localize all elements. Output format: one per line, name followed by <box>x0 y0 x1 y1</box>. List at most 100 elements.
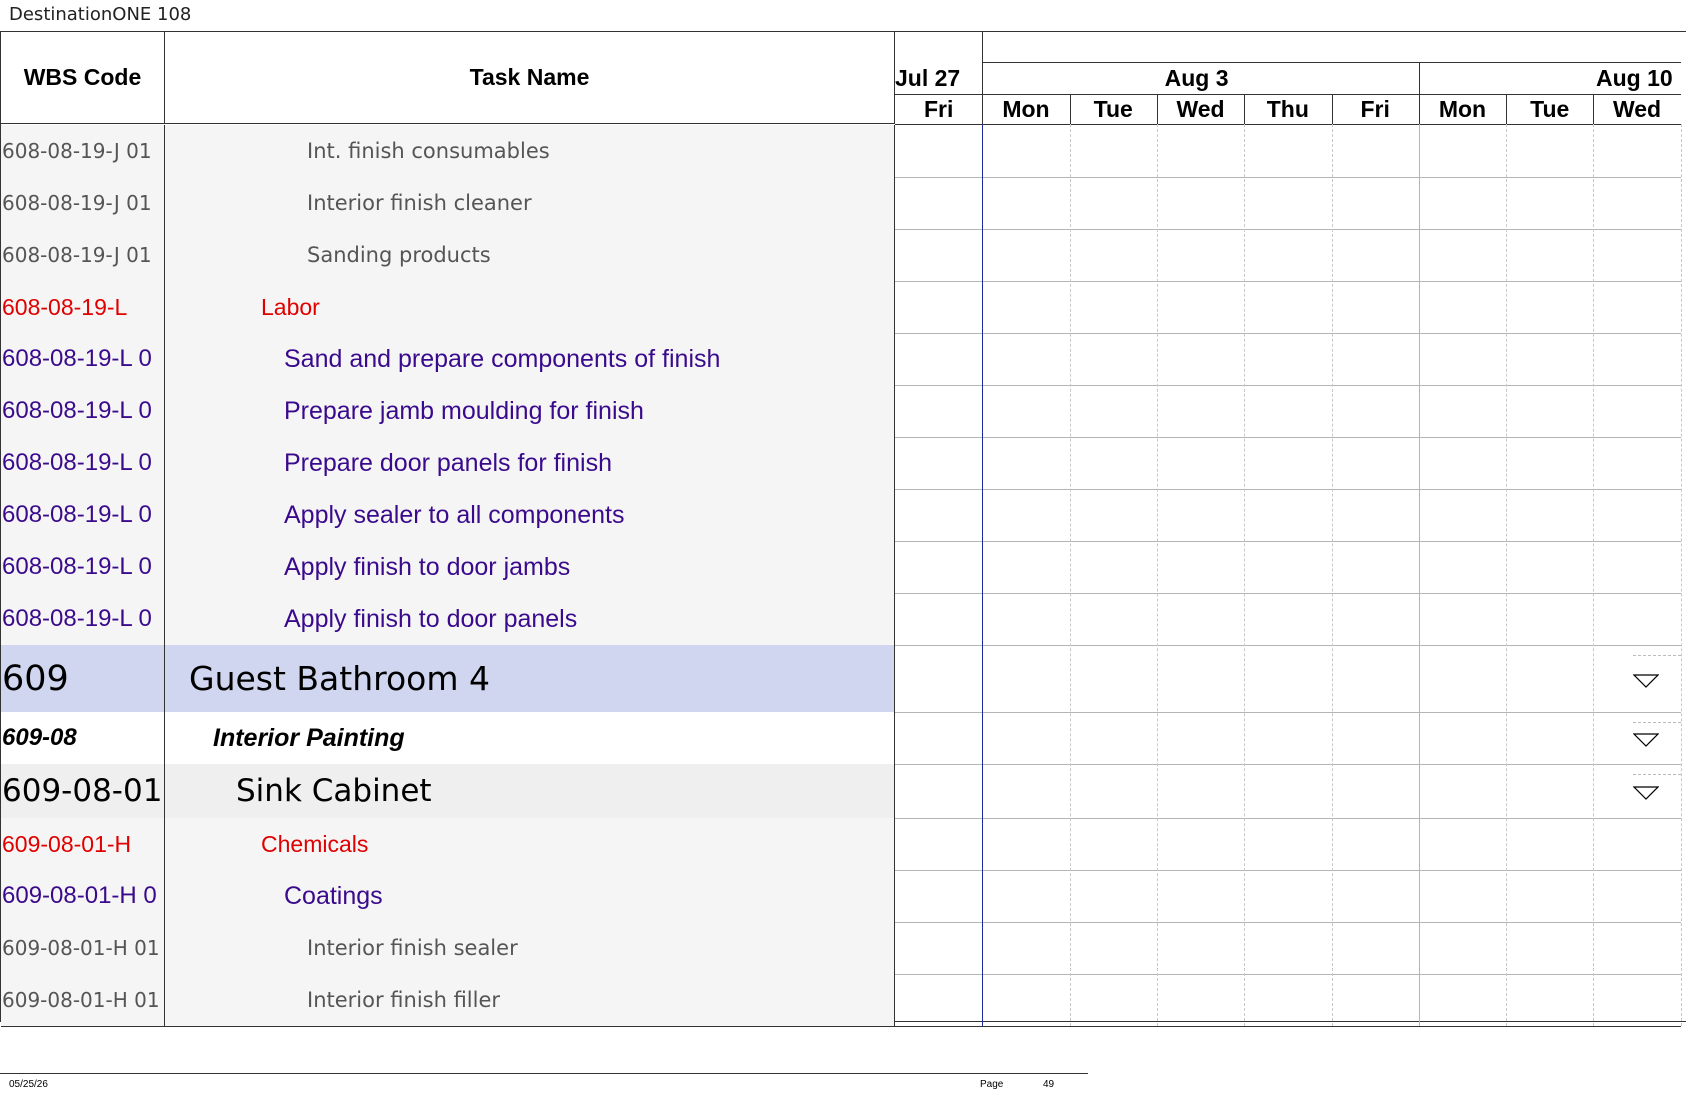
day-grid-line <box>1244 124 1246 1026</box>
table-row[interactable]: 609-08 Interior Painting <box>1 712 895 764</box>
wbs-code-cell: 609-08-01-H 01 <box>1 974 165 1026</box>
day-grid-line <box>1593 124 1595 1026</box>
task-name-cell: Interior finish sealer <box>165 922 895 974</box>
wbs-code-cell: 609 <box>1 645 165 712</box>
table-row[interactable]: 608-08-19-J 01 Int. finish consumables <box>1 125 895 177</box>
task-name-cell: Interior Painting <box>165 712 895 764</box>
day-label: Tue <box>1530 95 1570 122</box>
collapse-triangle-icon[interactable] <box>1632 673 1660 688</box>
day-header-divider <box>1156 94 1158 124</box>
collapse-triangle-icon[interactable] <box>1632 733 1660 747</box>
task-name-header: Task Name <box>165 32 895 124</box>
task-name-cell: Interior finish filler <box>165 974 895 1026</box>
footer-date: 05/25/26 <box>9 1079 48 1090</box>
footer-divider <box>0 1073 1088 1074</box>
day-label: Fri <box>1360 95 1390 122</box>
task-name-cell: Apply finish to door panels <box>165 593 895 645</box>
wbs-code-cell: 609-08-01 <box>1 764 165 818</box>
day-header-divider <box>982 94 984 124</box>
day-grid-line <box>1506 124 1508 1026</box>
task-name-cell: Sink Cabinet <box>165 764 895 818</box>
task-name-cell: Prepare door panels for finish <box>165 437 895 489</box>
day-header-divider <box>1593 94 1595 124</box>
table-row[interactable]: 608-08-19-J 01 Interior finish cleaner <box>1 177 895 229</box>
day-label: Mon <box>1002 95 1050 122</box>
day-header-divider <box>1244 94 1246 124</box>
table-row[interactable]: 608-08-19-L 0 Apply sealer to all compone… <box>1 489 895 541</box>
wbs-code-cell: 609-08-01-H <box>1 818 165 870</box>
week-label: Aug 3 <box>1164 64 1229 91</box>
wbs-code-cell: 608-08-19-L 0 <box>1 541 165 593</box>
week-label: Jul 27 <box>895 64 961 91</box>
task-name-cell: Apply finish to door jambs <box>165 541 895 593</box>
summary-dash <box>1632 774 1681 775</box>
wbs-code-cell: 608-08-19-J 01 <box>1 229 165 281</box>
day-label: Tue <box>1093 95 1133 122</box>
day-label: Fri <box>923 95 954 122</box>
table-row[interactable]: 608-08-19-L 0 Apply finish to door jambs <box>1 541 895 593</box>
day-grid-line <box>1331 124 1333 1026</box>
wbs-code-cell: 608-08-19-L 0 <box>1 489 165 541</box>
table-row[interactable]: 609-08-01-H Chemicals <box>1 818 895 870</box>
table-row[interactable]: 608-08-19-L 0 Prepare jamb moulding for f… <box>1 385 895 437</box>
task-name-cell: Guest Bathroom 4 <box>165 645 895 712</box>
wbs-code-cell: 608-08-19-J 01 <box>1 177 165 229</box>
gantt-grid: WBS Code Task Name Jul 27 Aug 3 Aug 10 Fri Mon… <box>1 32 1686 1027</box>
wbs-code-cell: 608-08-19-L 0 <box>1 593 165 645</box>
day-header-divider <box>1069 94 1071 124</box>
wbs-code-cell: 608-08-19-L <box>1 281 165 333</box>
table-row[interactable]: 608-08-19-L 0 Apply finish to door panels <box>1 593 895 645</box>
collapse-triangle-icon[interactable] <box>1632 786 1660 800</box>
task-name-cell: Apply sealer to all components <box>165 489 895 541</box>
task-name-cell: Prepare jamb moulding for finish <box>165 385 895 437</box>
day-label: Thu <box>1266 95 1309 122</box>
timeline-header-bottom <box>895 124 1681 125</box>
table-row[interactable]: 609 Guest Bathroom 4 <box>1 645 895 712</box>
wbs-code-header: WBS Code <box>1 32 165 124</box>
task-name-cell: Coatings <box>165 870 895 922</box>
week-divider <box>982 32 984 62</box>
task-name-cell: Sand and prepare components of finish <box>165 333 895 385</box>
footer-page-number: 49 <box>1043 1079 1055 1090</box>
week-divider <box>982 62 984 94</box>
task-name-cell: Sanding products <box>165 229 895 281</box>
week-divider <box>1418 62 1420 94</box>
wbs-code-cell: 609-08-01-H 01 <box>1 922 165 974</box>
table-row[interactable]: 609-08-01-H 01 Interior finish sealer <box>1 922 895 974</box>
wbs-code-cell: 609-08-01-H 0 <box>1 870 165 922</box>
task-name-cell: Interior finish cleaner <box>165 177 895 229</box>
wbs-code-cell: 608-08-19-L 0 <box>1 333 165 385</box>
week-start-line <box>982 124 984 1026</box>
day-label: Wed <box>1176 95 1225 122</box>
table-row[interactable]: 609-08-01 Sink Cabinet <box>1 764 895 818</box>
day-grid-line <box>1680 124 1682 1026</box>
wbs-code-cell: 608-08-19-L 0 <box>1 437 165 489</box>
footer-page-label: Page <box>980 1079 1004 1090</box>
day-label: Wed <box>1612 95 1662 122</box>
table-bottom-border <box>1 1026 1681 1027</box>
wbs-code-cell: 608-08-19-L 0 <box>1 385 165 437</box>
task-name-cell: Chemicals <box>165 818 895 870</box>
table-row[interactable]: 608-08-19-L Labor <box>1 281 895 333</box>
gantt-sheet: WBS Code Task Name Jul 27 Aug 3 Aug 10 Fri Mon… <box>0 31 1686 1027</box>
task-name-cell: Labor <box>165 281 895 333</box>
wbs-code-cell: 608-08-19-J 01 <box>1 125 165 177</box>
day-grid-line <box>1418 124 1420 1026</box>
document-title: DestinationONE 108 <box>9 4 192 25</box>
table-row[interactable]: 608-08-19-J 01 Sanding products <box>1 229 895 281</box>
day-grid-line <box>1156 124 1158 1026</box>
day-header-divider <box>1331 94 1333 124</box>
table-row[interactable]: 609-08-01-H 0 Coatings <box>1 870 895 922</box>
day-grid-line <box>1069 124 1071 1026</box>
table-row[interactable]: 608-08-19-L 0 Sand and prepare components… <box>1 333 895 385</box>
day-header-divider <box>1418 94 1420 124</box>
table-row[interactable]: 608-08-19-L 0 Prepare door panels for fin… <box>1 437 895 489</box>
week-label: Aug 10 <box>1596 64 1673 91</box>
day-header-divider <box>1506 94 1508 124</box>
summary-dash <box>1632 655 1681 656</box>
day-label: Mon <box>1438 95 1487 122</box>
task-name-cell: Int. finish consumables <box>165 125 895 177</box>
table-row[interactable]: 609-08-01-H 01 Interior finish filler <box>1 974 895 1026</box>
summary-dash <box>1632 722 1681 723</box>
wbs-code-cell: 609-08 <box>1 712 165 764</box>
